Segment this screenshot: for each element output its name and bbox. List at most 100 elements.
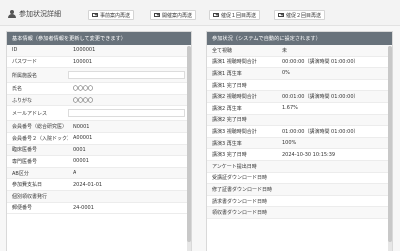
basic-info-label: 専門医番号 <box>12 158 38 165</box>
status-row: 講演3 視聴時間合計 01:00:00（講演時間 01:00:00） <box>207 126 392 138</box>
basic-info-label: ふりがな <box>12 97 33 104</box>
status-row: 講演1 視聴時間合計 00:00:00（講演時間 01:00:00） <box>207 57 392 69</box>
basic-info-row: 会員番号２（入院ドック） A00001 <box>7 133 191 145</box>
status-row: 請求書ダウンロード日時 <box>207 196 392 208</box>
status-row: 講演3 再生率 100% <box>207 137 392 150</box>
status-row: 講演2 再生率 1.67% <box>207 103 392 115</box>
status-row: 修了証書ダウンロード日時 <box>207 184 392 196</box>
basic-info-label: 氏名 <box>12 85 23 92</box>
basic-info-row: ふりがな 〇〇〇〇 <box>7 94 191 107</box>
status-label: 講演1 完了日時 <box>212 82 247 89</box>
basic-info-value: 〇〇〇〇 <box>73 85 94 92</box>
status-label: 講演1 再生率 <box>212 70 242 77</box>
user-icon <box>8 10 16 18</box>
status-value: 01:00:00（講演時間 01:00:00） <box>282 128 359 135</box>
basic-info-value: A <box>73 170 77 177</box>
status-row: 講演1 完了日時 <box>207 80 392 92</box>
top-bar: 参加状況詳細 事前案内再送 開催案内再送 催促１回目再送 催促２回目再送 <box>0 0 400 26</box>
basic-info-value: N0001 <box>73 123 90 130</box>
basic-info-row: 郵便番号 24-0001 <box>7 203 191 215</box>
basic-info-row: 臨床医番号 0001 <box>7 144 191 157</box>
status-row: 講演2 完了日時 <box>207 114 392 127</box>
page-title-text: 参加状況詳細 <box>19 10 61 18</box>
status-value: 未 <box>282 47 288 54</box>
status-label: 領収書ダウンロード日時 <box>212 210 268 217</box>
status-label: 講演3 完了日時 <box>212 152 247 159</box>
basic-info-value: 2024-01-01 <box>73 181 103 188</box>
basic-info-label: AB区分 <box>12 170 29 177</box>
basic-info-row: メールアドレス <box>7 106 191 122</box>
mail-icon <box>213 12 219 18</box>
mail-icon <box>278 12 284 18</box>
status-label: 講演3 再生率 <box>212 140 242 147</box>
basic-info-value: 24-0001 <box>73 204 94 211</box>
basic-info-row: 会員番号（総合研究医） N0001 <box>7 121 191 133</box>
resend-reminder-2-button[interactable]: 催促２回目再送 <box>274 10 326 20</box>
resend-reminder-1-button[interactable]: 催促１回目再送 <box>209 10 261 20</box>
basic-info-value: 00001 <box>73 158 89 165</box>
status-row: 全て視聴 未 <box>207 45 392 57</box>
status-row: アンケート提出日時 <box>207 160 392 173</box>
status-value: 00:01:00（講演時間 01:00:00） <box>282 94 359 101</box>
basic-info-heading: 基本情報（参加者情報を更新して変更できます） <box>7 32 191 45</box>
status-label: 講演2 再生率 <box>212 105 242 112</box>
status-label: 受講証ダウンロード日時 <box>212 175 268 182</box>
basic-info-label: 郵便番号 <box>12 205 33 212</box>
basic-scrollbar-thumb[interactable] <box>187 46 191 242</box>
basic-info-row: パスワード 100001 <box>7 57 191 69</box>
basic-info-label: 会員番号（総合研究医） <box>12 124 68 131</box>
basic-info-row: 氏名 〇〇〇〇 <box>7 83 191 95</box>
status-label: 全て視聴 <box>212 47 233 54</box>
page-title: 参加状況詳細 <box>8 9 61 19</box>
participation-status-heading: 参加状況（システムで自動的に設定されます） <box>207 32 392 45</box>
status-label: 講演3 視聴時間合計 <box>212 128 257 135</box>
basic-info-rows: ID 1000001 パスワード 100001 所属施設名 氏名 〇〇〇〇 ふりがな 〇〇〇〇メ… <box>7 45 191 215</box>
basic-info-label: 個別領収書発行 <box>12 193 48 200</box>
status-label: 講演2 完了日時 <box>212 117 247 124</box>
basic-info-redacted-field <box>68 109 185 118</box>
basic-info-row: 個別領収書発行 <box>7 190 191 203</box>
basic-info-value: 〇〇〇〇 <box>73 97 94 104</box>
status-row: 講演3 完了日時 2024-10-30 10:15:39 <box>207 149 392 161</box>
status-row: 領収書ダウンロード日時 <box>207 207 392 219</box>
basic-info-label: 会員番号２（入院ドック） <box>12 135 68 142</box>
resend-pre-notice-button[interactable]: 事前案内再送 <box>88 10 135 20</box>
basic-info-label: ID <box>12 47 18 54</box>
status-row: 講演2 視聴時間合計 00:01:00（講演時間 01:00:00） <box>207 91 392 103</box>
status-label: アンケート提出日時 <box>212 163 257 170</box>
basic-info-row: 専門医番号 00001 <box>7 156 191 168</box>
basic-info-value: A00001 <box>73 135 93 142</box>
resend-event-notice-button[interactable]: 開催案内再送 <box>150 10 197 20</box>
status-label: 講演1 視聴時間合計 <box>212 59 257 66</box>
status-label: 講演2 視聴時間合計 <box>212 94 257 101</box>
status-label: 修了証書ダウンロード日時 <box>212 186 273 193</box>
basic-info-label: 所属施設名 <box>12 72 38 79</box>
basic-info-label: メールアドレス <box>12 110 48 117</box>
basic-info-row: 参加費支払日 2024-01-01 <box>7 179 191 191</box>
status-row: 受講証ダウンロード日時 <box>207 173 392 185</box>
basic-scrollbar[interactable] <box>187 46 191 251</box>
status-scrollbar-thumb[interactable] <box>388 46 392 242</box>
status-label: 請求書ダウンロード日時 <box>212 198 268 205</box>
basic-info-row: ID 1000001 <box>7 45 191 57</box>
status-row: 講演1 再生率 0% <box>207 68 392 80</box>
participation-status-panel: 参加状況（システムで自動的に設定されます） 全て視聴 未講演1 視聴時間合計 00:… <box>206 31 393 251</box>
basic-info-value: 1000001 <box>73 47 96 54</box>
basic-info-row: 所属施設名 <box>7 68 191 84</box>
basic-info-redacted-field <box>68 71 185 80</box>
status-value: 2024-10-30 10:15:39 <box>282 151 336 158</box>
basic-info-label: パスワード <box>12 59 38 66</box>
basic-info-label: 参加費支払日 <box>12 182 43 189</box>
basic-info-value: 100001 <box>73 58 93 65</box>
status-value: 00:00:00（講演時間 01:00:00） <box>282 59 359 66</box>
status-value: 1.67% <box>282 105 298 112</box>
mail-icon <box>92 12 98 18</box>
status-value: 0% <box>282 70 290 77</box>
status-scrollbar[interactable] <box>388 46 392 251</box>
status-value: 100% <box>282 140 297 147</box>
basic-info-label: 臨床医番号 <box>12 147 38 154</box>
basic-info-panel: 基本情報（参加者情報を更新して変更できます） ID 1000001 パスワード 100… <box>6 31 192 251</box>
participation-status-rows: 全て視聴未講演1 視聴時間合計 00:00:00（講演時間 01:00:00） 講演… <box>207 45 392 219</box>
basic-info-value: 0001 <box>73 146 86 153</box>
basic-info-row: AB区分 A <box>7 167 191 180</box>
